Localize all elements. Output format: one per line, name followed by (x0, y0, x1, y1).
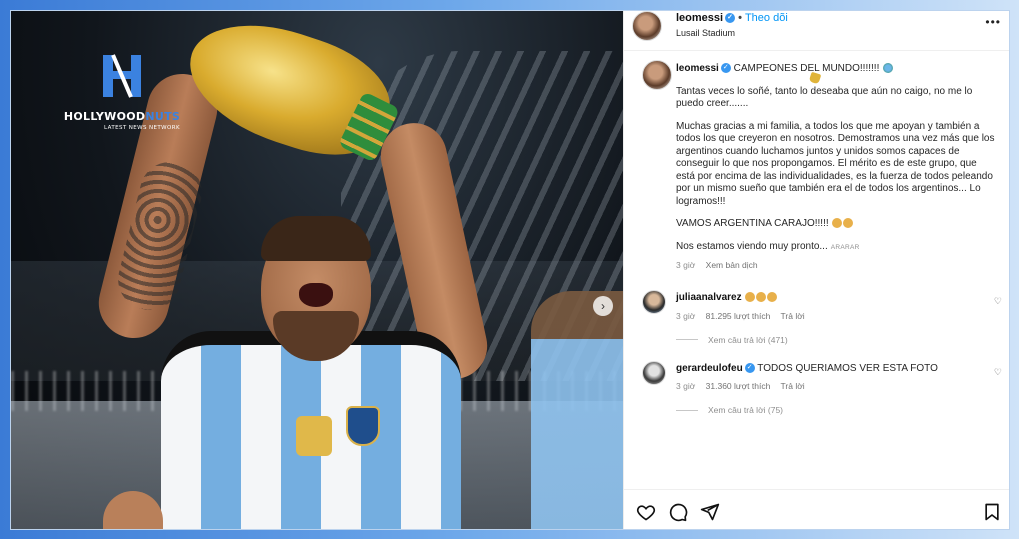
bookmark-icon[interactable] (982, 502, 1002, 522)
heart-icon[interactable] (636, 502, 656, 522)
view-replies-button[interactable]: Xem câu trả lời (75) (676, 405, 998, 415)
caption-meta: 3 giờ Xem bản dịch (676, 260, 998, 270)
comment-body: gerardeulofeu ✓ TODOS QUERIAMOS VER ESTA … (676, 363, 998, 376)
caption-vamos-text: VAMOS ARGENTINA CARAJO!!!!! (676, 218, 829, 229)
logo-name: HOLLYWOODNUTS (47, 110, 197, 123)
comments-scroll-area[interactable]: leomessi ✓ CAMPEONES DEL MUNDO!!!!!!! Tan… (624, 51, 1009, 481)
comment-username[interactable]: gerardeulofeu (676, 363, 743, 374)
reply-button[interactable]: Trả lời (781, 311, 805, 321)
crying-emoji-icon (745, 292, 756, 303)
teammate-figure (531, 291, 623, 529)
replies-divider (676, 409, 698, 411)
verified-badge-icon: ✓ (725, 13, 736, 24)
view-replies-label: Xem câu trả lời (75) (708, 405, 784, 415)
comment-meta: 3 giờ 31.360 lượt thích Trả lời (676, 381, 998, 391)
action-bar (624, 489, 1009, 529)
post-caption: leomessi ✓ CAMPEONES DEL MUNDO!!!!!!! Tan… (634, 51, 998, 270)
champion-badge (296, 416, 332, 456)
post-header: leomessi ✓ • Theo dõi Lusail Stadium ••• (624, 11, 1009, 51)
comment-icon[interactable] (668, 502, 688, 522)
hollywoodnuts-logo: HOLLYWOODNUTS LATEST NEWS NETWORK (47, 53, 197, 131)
caption-time[interactable]: 3 giờ (676, 260, 695, 270)
reply-button[interactable]: Trả lời (781, 381, 805, 391)
comment-meta: 3 giờ 81.295 lượt thích Trả lời (676, 311, 998, 321)
scroll-fade (624, 463, 1009, 487)
avatar[interactable] (642, 360, 666, 385)
comment-likes[interactable]: 81.295 lượt thích (706, 311, 771, 321)
earth-emoji-icon (883, 63, 894, 74)
avatar[interactable] (642, 290, 666, 314)
caption-paragraph: Muchas gracias a mi familia, a todos los… (676, 120, 995, 207)
chevron-right-icon: › (601, 299, 605, 313)
comment-likes[interactable]: 31.360 lượt thích (706, 381, 771, 391)
logo-name-part2: NUTS (145, 110, 181, 123)
author-username[interactable]: leomessi (676, 12, 723, 24)
player-hair (261, 216, 371, 261)
crying-emoji-icon (832, 218, 843, 229)
translate-button[interactable]: Xem bản dịch (706, 260, 758, 270)
caption-paragraph: Tantas veces lo soñé, tanto lo deseaba q… (676, 85, 973, 110)
post-location[interactable]: Lusail Stadium (676, 28, 735, 38)
comment-time[interactable]: 3 giờ (676, 381, 695, 391)
replies-divider (676, 339, 698, 340)
verified-badge-icon: ✓ (720, 63, 731, 74)
crying-emoji-icon (843, 218, 854, 229)
more-options-icon[interactable]: ••• (985, 15, 1001, 29)
afa-crest (346, 406, 380, 446)
comment: gerardeulofeu ✓ TODOS QUERIAMOS VER ESTA … (634, 360, 1002, 415)
screenshot-frame: HOLLYWOODNUTS LATEST NEWS NETWORK › leom… (10, 10, 1010, 530)
post-author: leomessi ✓ • Theo dõi (676, 12, 788, 24)
post-side-panel: leomessi ✓ • Theo dõi Lusail Stadium ••• le… (623, 11, 1009, 529)
view-replies-label: Xem câu trả lời (471) (708, 334, 788, 345)
share-icon[interactable] (700, 502, 720, 522)
caption-username[interactable]: leomessi (676, 63, 719, 74)
caption-headline-text: CAMPEONES DEL MUNDO!!!!!!! (733, 63, 880, 74)
avatar[interactable] (632, 11, 662, 41)
caption-aa-label: ARARAR (830, 243, 860, 251)
logo-name-part1: HOLLYWOOD (63, 110, 146, 123)
follow-button[interactable]: Theo dõi (745, 12, 788, 24)
logo-tagline: LATEST NEWS NETWORK (104, 125, 180, 131)
comment-username[interactable]: juliaanalvarez (676, 292, 742, 303)
logo-mark-icon (103, 54, 141, 98)
player-mouth (299, 283, 333, 307)
caption-paragraph-vamos: VAMOS ARGENTINA CARAJO!!!!! (676, 218, 998, 231)
caption-paragraph-last: Nos estamos viendo muy pronto... ARARAR (676, 241, 998, 255)
comment-text: TODOS QUERIAMOS VER ESTA FOTO (757, 362, 938, 374)
carousel-next-button[interactable]: › (593, 296, 613, 316)
trophy-emoji-icon (808, 71, 822, 85)
caption-last-text: Nos estamos viendo muy pronto... (676, 240, 828, 252)
dot-separator: • (738, 12, 742, 24)
verified-badge-icon: ✓ (744, 362, 755, 373)
comment-time[interactable]: 3 giờ (676, 311, 695, 321)
caption-headline: leomessi ✓ CAMPEONES DEL MUNDO!!!!!!! (676, 63, 998, 85)
comment-body: juliaanalvarez (676, 292, 998, 305)
like-comment-heart-icon[interactable]: ♡ (994, 367, 1002, 378)
post-photo[interactable]: HOLLYWOODNUTS LATEST NEWS NETWORK › (11, 11, 623, 529)
view-replies-button[interactable]: Xem câu trả lời (471) (676, 335, 998, 345)
comment: juliaanalvarez 3 giờ 81.295 lượt thích T… (634, 290, 1002, 345)
crying-emoji-icon (767, 292, 778, 303)
avatar[interactable] (642, 60, 672, 90)
crying-emoji-icon (756, 292, 767, 303)
like-comment-heart-icon[interactable]: ♡ (994, 296, 1002, 307)
